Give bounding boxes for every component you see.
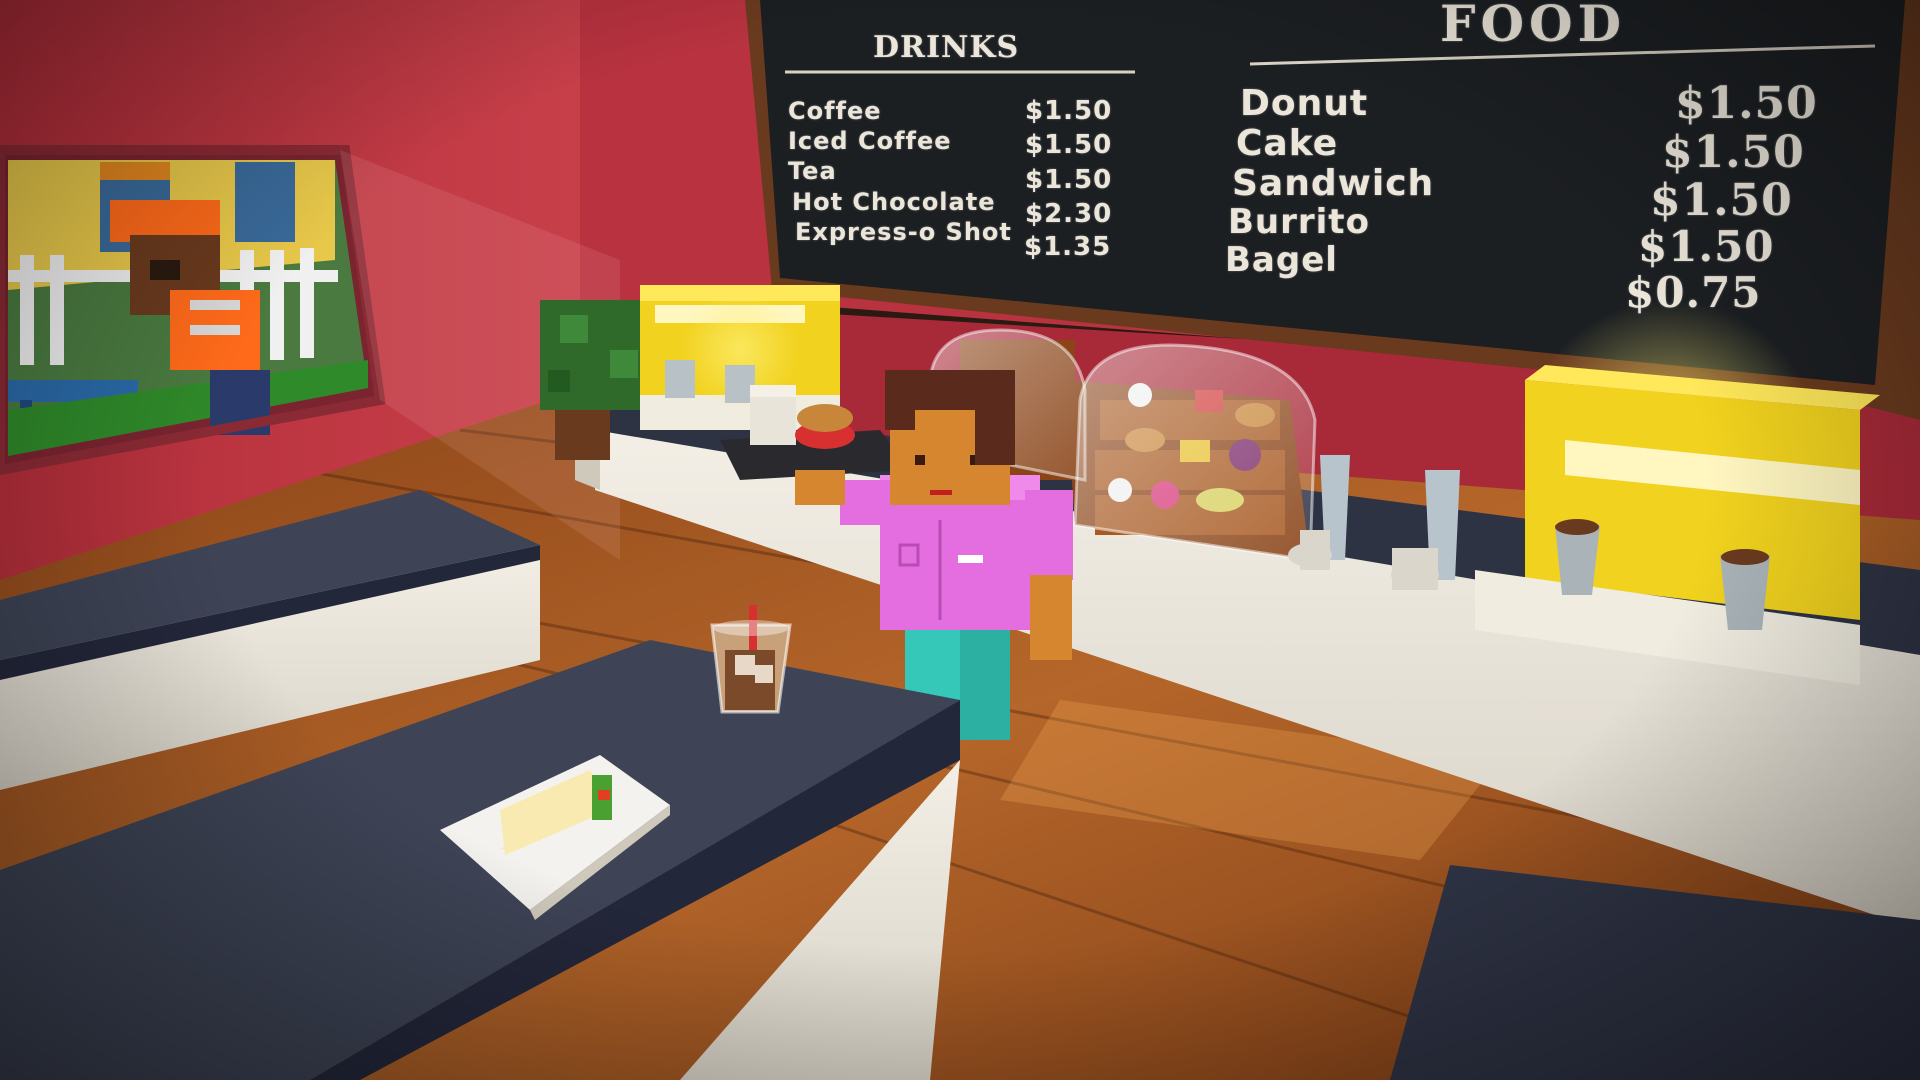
food-price: $1.50 <box>1662 127 1805 178</box>
food-name: Cake <box>1236 123 1339 164</box>
drink-price: $1.35 <box>1024 232 1112 262</box>
food-price: $1.50 <box>1675 78 1818 129</box>
drink-price: $1.50 <box>1025 96 1113 126</box>
food-name: Burrito <box>1228 202 1370 242</box>
food-price: $1.50 <box>1650 175 1793 226</box>
drink-name: Express-o Shot <box>795 218 1012 246</box>
food-price: $1.50 <box>1638 222 1775 271</box>
drinks-heading: DRINKS <box>873 30 1020 65</box>
game-scene[interactable]: DRINKS FOOD Coffee $1.50 Iced Coffee $1.… <box>0 0 1920 1080</box>
food-heading: FOOD <box>1440 0 1626 53</box>
drink-price: $2.30 <box>1025 199 1113 229</box>
food-name: Sandwich <box>1232 163 1435 204</box>
food-name: Donut <box>1240 83 1369 124</box>
drink-name: Iced Coffee <box>788 127 952 155</box>
food-name: Bagel <box>1225 240 1338 280</box>
drink-name: Hot Chocolate <box>792 188 996 216</box>
food-price: $0.75 <box>1625 268 1762 317</box>
drink-price: $1.50 <box>1025 165 1113 195</box>
scene-canvas <box>0 0 1920 1080</box>
drink-name: Tea <box>788 157 837 185</box>
drink-price: $1.50 <box>1025 130 1113 160</box>
drink-name: Coffee <box>788 97 882 125</box>
